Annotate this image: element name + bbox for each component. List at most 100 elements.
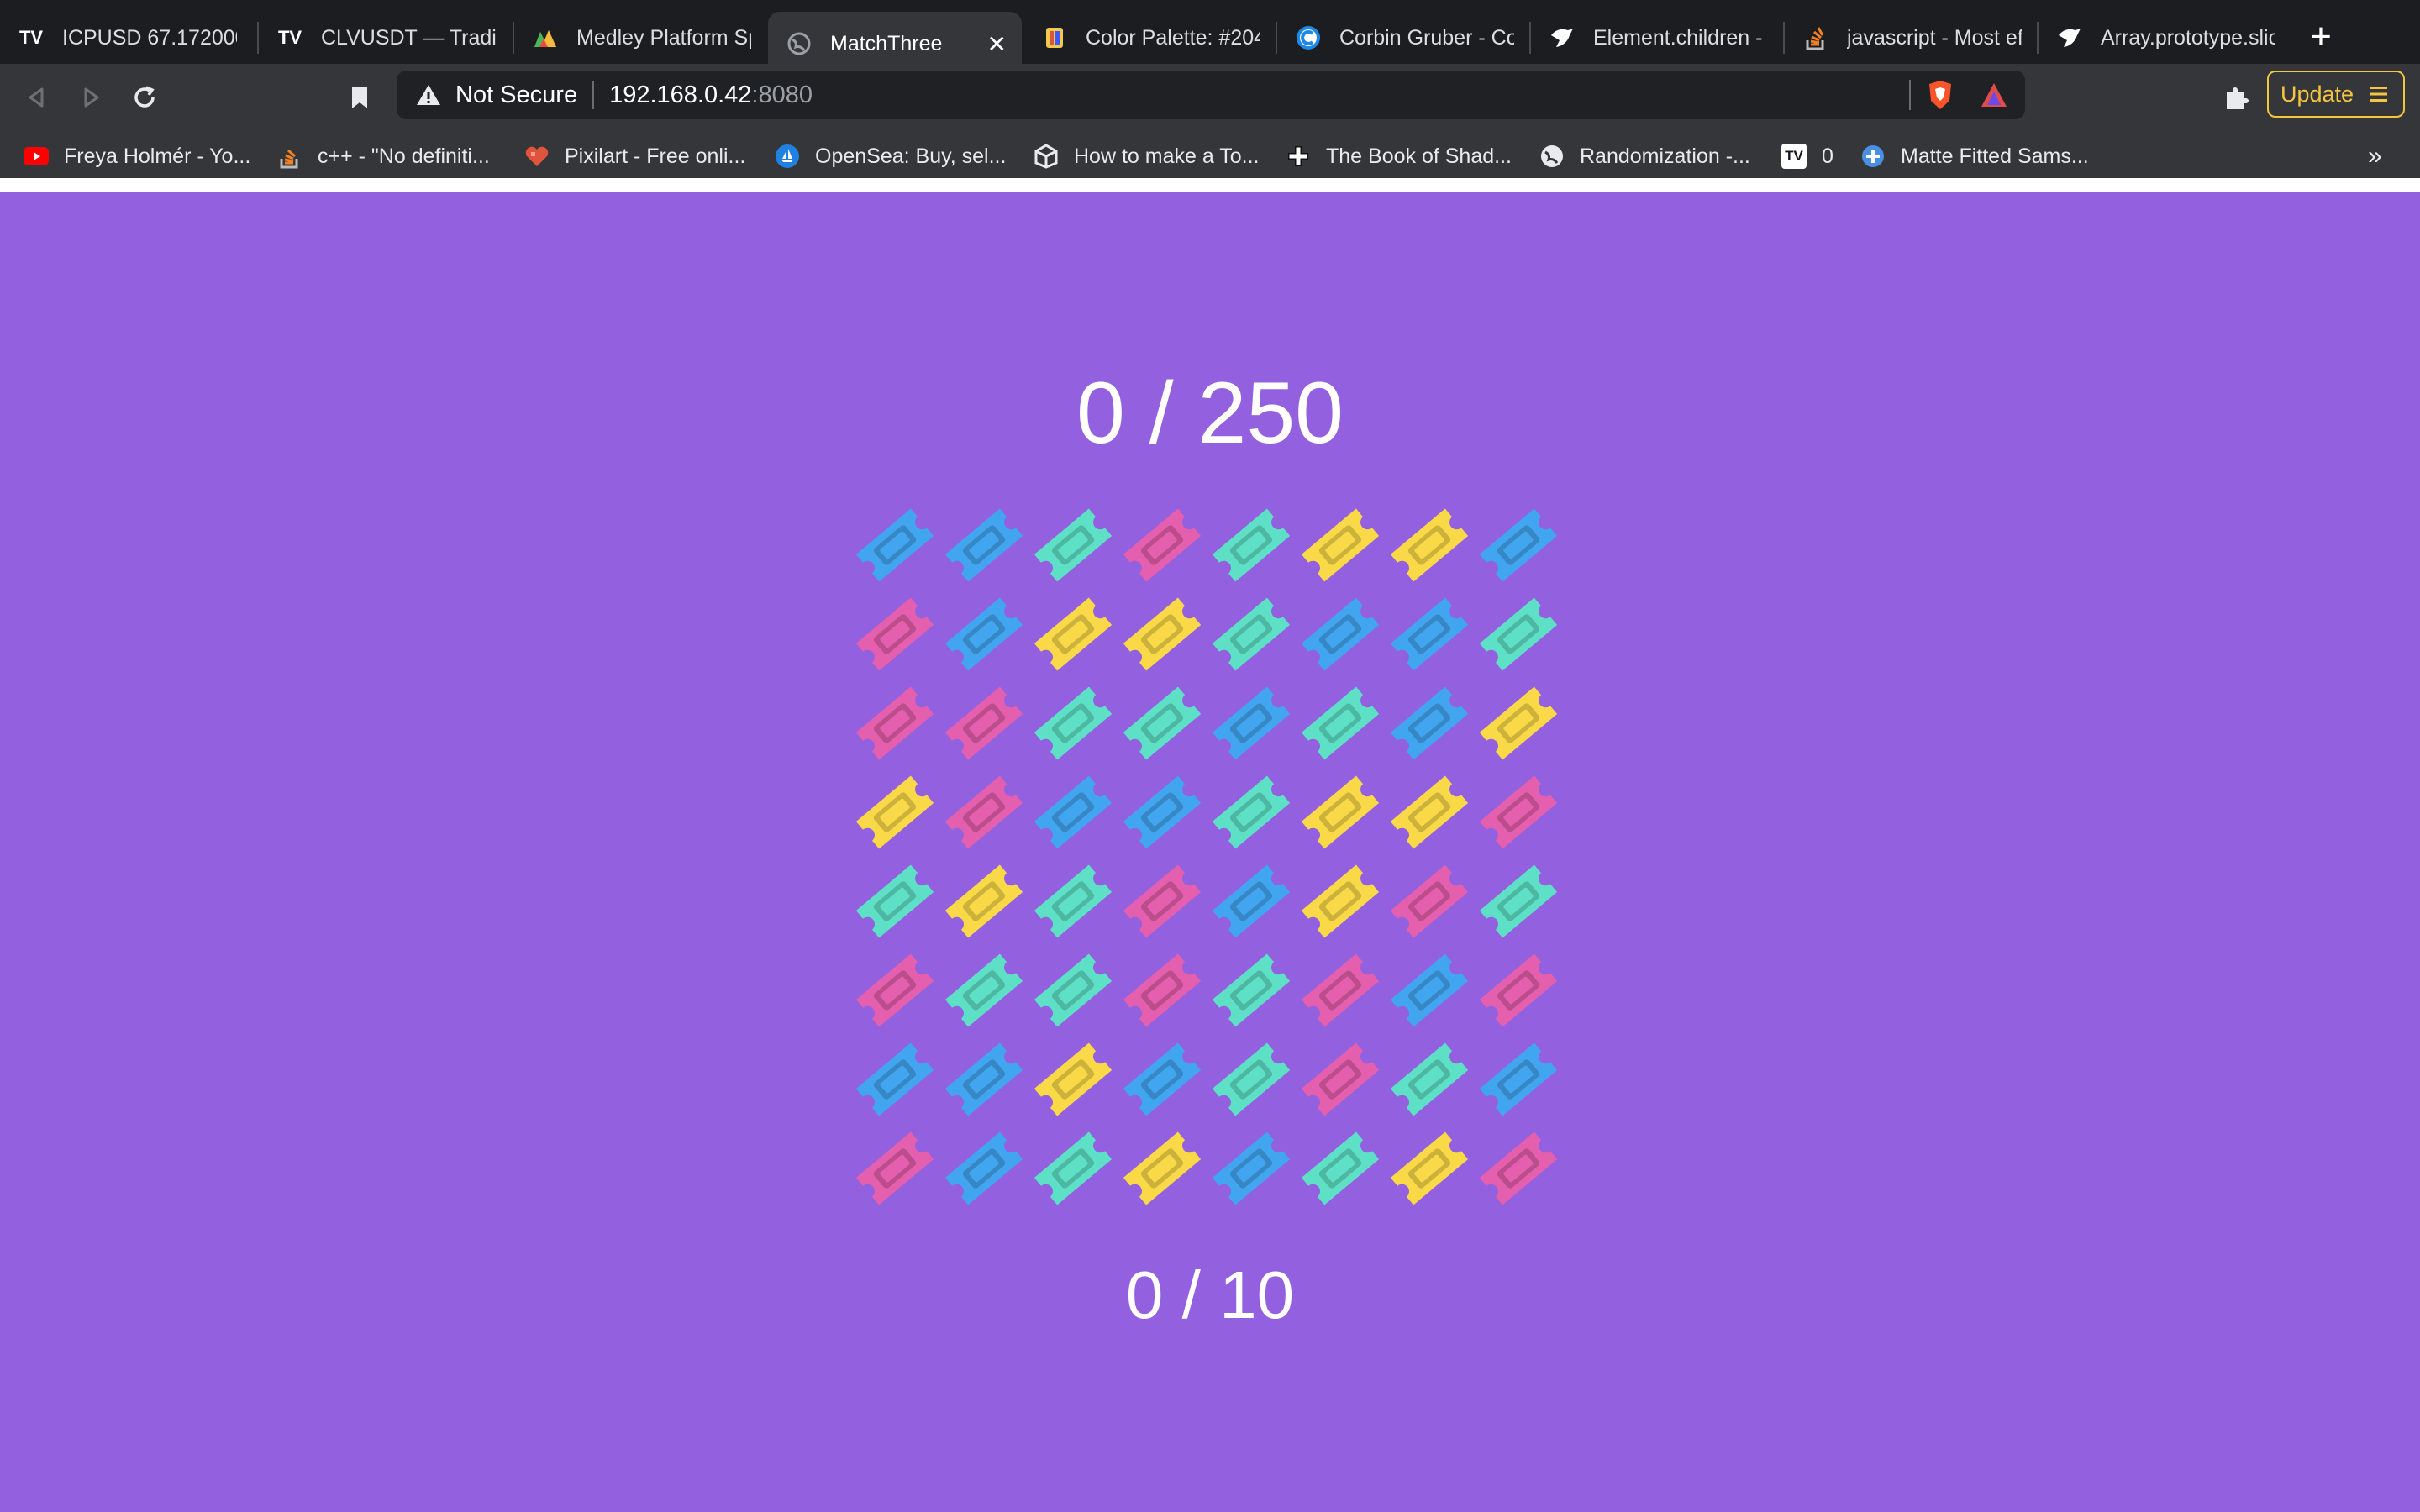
brave-rewards-icon[interactable] <box>1980 81 2008 108</box>
ticket-gem-y[interactable] <box>1296 501 1385 590</box>
ticket-gem-t[interactable] <box>1118 679 1207 768</box>
ticket-gem-b[interactable] <box>1207 679 1296 768</box>
ticket-gem-t[interactable] <box>1207 590 1296 679</box>
ticket-gem-t[interactable] <box>1296 1124 1385 1213</box>
ticket-gem-b[interactable] <box>1296 590 1385 679</box>
tab-corbin-gruber[interactable]: Corbin Gruber - Coc <box>1277 12 1529 64</box>
ticket-gem-y[interactable] <box>1385 501 1474 590</box>
tab-title: Element.children - W <box>1593 25 1768 50</box>
back-button[interactable] <box>17 77 57 118</box>
ticket-gem-p[interactable] <box>1296 1035 1385 1124</box>
bookmark-item[interactable]: Freya Holmér - Yo... <box>24 134 250 178</box>
tab-clvusdt[interactable]: TV CLVUSDT — Trading <box>259 12 511 64</box>
ticket-gem-y[interactable] <box>1296 857 1385 946</box>
ticket-gem-t[interactable] <box>1385 1035 1474 1124</box>
ticket-gem-p[interactable] <box>850 679 939 768</box>
ticket-gem-t[interactable] <box>1207 768 1296 857</box>
close-icon[interactable]: ✕ <box>987 30 1007 58</box>
ticket-gem-p[interactable] <box>850 946 939 1035</box>
ticket-gem-b[interactable] <box>939 1035 1028 1124</box>
ticket-gem-y[interactable] <box>1118 1124 1207 1213</box>
ticket-gem-b[interactable] <box>850 1035 939 1124</box>
ticket-gem-b[interactable] <box>939 590 1028 679</box>
tab-icpusd[interactable]: TV ICPUSD 67.17200000 <box>0 12 252 64</box>
ticket-gem-t[interactable] <box>1474 590 1563 679</box>
ticket-gem-t[interactable] <box>1207 1035 1296 1124</box>
bookmark-item[interactable]: Pixilart - Free onli... <box>524 134 745 178</box>
tab-color-palette[interactable]: Color Palette: #2040 <box>1023 12 1276 64</box>
reload-button[interactable] <box>124 77 165 118</box>
bookmark-item[interactable]: OpenSea: Buy, sel... <box>775 134 1006 178</box>
ticket-gem-p[interactable] <box>850 590 939 679</box>
ticket-gem-t[interactable] <box>1028 679 1118 768</box>
update-button[interactable]: Update <box>2267 71 2405 118</box>
ticket-gem-p[interactable] <box>1474 1124 1563 1213</box>
ticket-gem-y[interactable] <box>1385 768 1474 857</box>
bookmark-label: Freya Holmér - Yo... <box>64 144 251 168</box>
ticket-gem-t[interactable] <box>1028 1124 1118 1213</box>
ticket-gem-b[interactable] <box>1207 857 1296 946</box>
tab-javascript-most-eff[interactable]: javascript - Most eff <box>1785 12 2037 64</box>
security-label[interactable]: Not Secure <box>455 81 577 109</box>
ticket-gem-b[interactable] <box>939 1124 1028 1213</box>
ticket-gem-t[interactable] <box>1296 679 1385 768</box>
bookmark-item[interactable]: Randomization -... <box>1539 134 1750 178</box>
ticket-gem-b[interactable] <box>1474 501 1563 590</box>
bookmark-button[interactable] <box>339 77 380 118</box>
bookmark-item[interactable]: Matte Fitted Sams... <box>1860 134 2089 178</box>
ticket-gem-b[interactable] <box>939 501 1028 590</box>
forward-button[interactable] <box>71 77 111 118</box>
ticket-gem-p[interactable] <box>1118 946 1207 1035</box>
ticket-gem-p[interactable] <box>939 768 1028 857</box>
ticket-gem-t[interactable] <box>1028 857 1118 946</box>
ticket-gem-p[interactable] <box>1118 501 1207 590</box>
ticket-gem-y[interactable] <box>850 768 939 857</box>
bookmark-item[interactable]: TV 0 <box>1781 134 1833 178</box>
ticket-gem-b[interactable] <box>1118 768 1207 857</box>
address-bar[interactable]: Not Secure 192.168.0.42:8080 <box>397 71 2025 119</box>
extensions-button[interactable] <box>2217 77 2257 118</box>
ticket-gem-b[interactable] <box>1385 590 1474 679</box>
bookmark-item[interactable]: c++ - "No definiti... <box>277 134 490 178</box>
ticket-gem-b[interactable] <box>1385 679 1474 768</box>
bookmark-label: Matte Fitted Sams... <box>1901 144 2089 168</box>
ticket-gem-b[interactable] <box>1474 1035 1563 1124</box>
ticket-gem-t[interactable] <box>850 857 939 946</box>
ticket-gem-b[interactable] <box>1118 1035 1207 1124</box>
bookmark-item[interactable]: How to make a To... <box>1034 134 1259 178</box>
brave-shield-icon[interactable] <box>1926 79 1954 111</box>
ticket-gem-y[interactable] <box>1385 1124 1474 1213</box>
ticket-gem-t[interactable] <box>1207 501 1296 590</box>
new-tab-button[interactable]: + <box>2301 17 2341 57</box>
bookmarks-overflow-button[interactable]: » <box>2368 134 2382 178</box>
bookmark-icon <box>352 87 367 108</box>
ticket-gem-t[interactable] <box>939 946 1028 1035</box>
ticket-gem-p[interactable] <box>1296 946 1385 1035</box>
ticket-gem-y[interactable] <box>1296 768 1385 857</box>
ticket-gem-b[interactable] <box>1207 1124 1296 1213</box>
ticket-gem-b[interactable] <box>1385 946 1474 1035</box>
tab-title: CLVUSDT — Trading <box>321 25 496 50</box>
ticket-gem-t[interactable] <box>1474 857 1563 946</box>
tab-medley[interactable]: Medley Platform Spr <box>514 12 766 64</box>
ticket-gem-y[interactable] <box>1118 590 1207 679</box>
ticket-gem-t[interactable] <box>1207 946 1296 1035</box>
ticket-gem-b[interactable] <box>1028 768 1118 857</box>
tab-array-slice[interactable]: Array.prototype.slice <box>2039 12 2291 64</box>
ticket-gem-p[interactable] <box>1385 857 1474 946</box>
ticket-gem-y[interactable] <box>1028 590 1118 679</box>
ticket-gem-p[interactable] <box>1474 946 1563 1035</box>
ticket-gem-t[interactable] <box>1028 946 1118 1035</box>
ticket-gem-p[interactable] <box>1118 857 1207 946</box>
ticket-gem-y[interactable] <box>939 857 1028 946</box>
ticket-gem-y[interactable] <box>1474 679 1563 768</box>
ticket-gem-p[interactable] <box>939 679 1028 768</box>
bookmark-label: c++ - "No definiti... <box>318 144 490 168</box>
ticket-gem-p[interactable] <box>1474 768 1563 857</box>
bookmark-item[interactable]: The Book of Shad... <box>1286 134 1512 178</box>
tab-element-children[interactable]: Element.children - W <box>1531 12 1783 64</box>
ticket-gem-t[interactable] <box>1028 501 1118 590</box>
ticket-gem-y[interactable] <box>1028 1035 1118 1124</box>
ticket-gem-p[interactable] <box>850 1124 939 1213</box>
ticket-gem-b[interactable] <box>850 501 939 590</box>
